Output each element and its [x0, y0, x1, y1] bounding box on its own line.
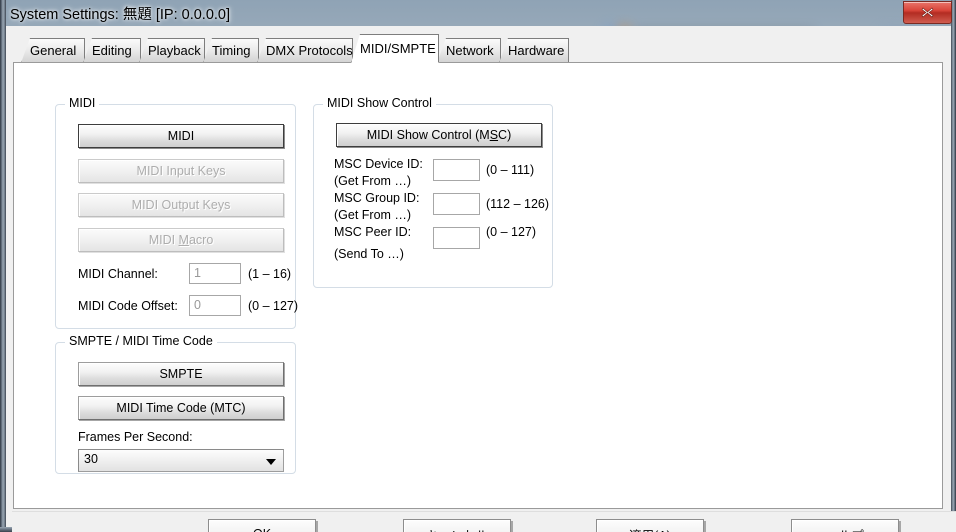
msc-button-mnemonic: S — [489, 128, 499, 142]
tab-playback[interactable]: Playback — [139, 38, 205, 63]
midi-channel-input[interactable]: 1 — [189, 263, 241, 284]
cancel-button-label: キャンセル — [426, 525, 489, 532]
tab-label: DMX Protocols — [266, 43, 353, 58]
tab-strip: General Editing Playback Timing DMX Prot… — [13, 34, 943, 63]
msc-group-id-range: (112 – 126) — [486, 197, 550, 211]
tab-page-midi-smpte: MIDI MIDI MIDI Input Keys MIDI Output Ke… — [13, 62, 943, 509]
midi-macro-label: MIDI Macro — [148, 233, 214, 247]
msc-peer-id-label: MSC Peer ID: — [334, 225, 412, 239]
tab-label: Network — [446, 43, 494, 58]
window-frame-right — [951, 0, 956, 532]
midi-code-offset-label: MIDI Code Offset: — [78, 299, 178, 313]
chevron-down-icon — [266, 459, 276, 465]
tab-label: Editing — [92, 43, 132, 58]
mtc-button[interactable]: MIDI Time Code (MTC) — [78, 396, 284, 420]
tab-general[interactable]: General — [21, 38, 85, 63]
dialog-footer: OK キャンセル 適用(A) ヘルプ — [12, 511, 956, 532]
midi-group: MIDI MIDI MIDI Input Keys MIDI Output Ke… — [55, 96, 299, 329]
msc-peer-id-sublabel: (Send To …) — [334, 247, 404, 261]
settings-window: System Settings: 無題 [IP: 0.0.0.0] Genera… — [0, 0, 956, 532]
tab-label: General — [30, 43, 77, 58]
smpte-button-label: SMPTE — [159, 367, 203, 381]
apply-button-label: 適用(A) — [629, 525, 671, 532]
mtc-button-label: MIDI Time Code (MTC) — [116, 401, 246, 415]
midi-input-keys-button: MIDI Input Keys — [78, 159, 284, 183]
fps-label: Frames Per Second: — [78, 430, 193, 444]
msc-group-id-sublabel: (Get From …) — [334, 208, 412, 222]
midi-channel-label: MIDI Channel: — [78, 267, 158, 281]
tab-label: MIDI/SMPTE — [360, 41, 436, 56]
midi-output-keys-label: MIDI Output Keys — [131, 198, 231, 212]
midi-code-offset-range: (0 – 127) — [248, 299, 299, 313]
apply-button[interactable]: 適用(A) — [596, 519, 704, 532]
msc-group-id-input[interactable] — [433, 193, 480, 215]
tab-label: Timing — [212, 43, 251, 58]
close-icon — [921, 7, 934, 18]
msc-group: MIDI Show Control MIDI Show Control (MSC… — [313, 96, 553, 288]
midi-macro-button: MIDI Macro — [78, 228, 284, 252]
dialog-client-area: General Editing Playback Timing DMX Prot… — [6, 26, 956, 532]
close-button[interactable] — [903, 1, 952, 24]
ok-button-label: OK — [253, 527, 271, 532]
fps-value: 30 — [84, 452, 98, 466]
tab-label: Hardware — [508, 43, 565, 58]
midi-button[interactable]: MIDI — [78, 124, 284, 148]
fps-dropdown[interactable]: 30 — [78, 449, 284, 472]
msc-button-label: MIDI Show Control (MSC) — [366, 128, 512, 142]
midi-macro-mnemonic: M — [178, 233, 189, 247]
midi-button-label: MIDI — [167, 129, 195, 143]
tab-editing[interactable]: Editing — [83, 38, 141, 63]
msc-device-id-range: (0 – 111) — [486, 163, 535, 177]
smpte-group-title: SMPTE / MIDI Time Code — [65, 334, 217, 348]
screen: System Settings: 無題 [IP: 0.0.0.0] Genera… — [0, 0, 956, 532]
msc-device-id-label: MSC Device ID: — [334, 157, 423, 171]
title-bar[interactable]: System Settings: 無題 [IP: 0.0.0.0] — [0, 0, 956, 26]
window-title: System Settings: 無題 [IP: 0.0.0.0] — [10, 7, 231, 23]
midi-code-offset-input[interactable]: 0 — [189, 295, 241, 316]
tab-hardware[interactable]: Hardware — [499, 38, 569, 63]
tab-dmx-protocols[interactable]: DMX Protocols — [257, 38, 353, 63]
msc-device-id-input[interactable] — [433, 159, 480, 181]
apply-mnemonic: A — [658, 529, 666, 532]
msc-button[interactable]: MIDI Show Control (MSC) — [336, 123, 542, 147]
midi-input-keys-label: MIDI Input Keys — [136, 164, 226, 178]
msc-peer-id-input[interactable] — [433, 227, 480, 249]
ok-button[interactable]: OK — [208, 519, 316, 532]
tab-timing[interactable]: Timing — [203, 38, 259, 63]
msc-device-id-sublabel: (Get From …) — [334, 174, 412, 188]
midi-channel-range: (1 – 16) — [248, 267, 292, 281]
tab-midi-smpte[interactable]: MIDI/SMPTE — [351, 34, 439, 63]
msc-peer-id-range: (0 – 127) — [486, 225, 537, 239]
smpte-group: SMPTE / MIDI Time Code SMPTE MIDI Time C… — [55, 334, 296, 474]
cancel-button[interactable]: キャンセル — [403, 519, 511, 532]
midi-output-keys-button: MIDI Output Keys — [78, 193, 284, 217]
tab-label: Playback — [148, 43, 201, 58]
msc-group-title: MIDI Show Control — [323, 96, 436, 110]
smpte-button[interactable]: SMPTE — [78, 362, 284, 386]
tab-network[interactable]: Network — [437, 38, 501, 63]
midi-group-title: MIDI — [65, 96, 100, 110]
msc-group-id-label: MSC Group ID: — [334, 191, 420, 205]
help-button-label: ヘルプ — [826, 525, 864, 532]
help-button[interactable]: ヘルプ — [791, 519, 899, 532]
